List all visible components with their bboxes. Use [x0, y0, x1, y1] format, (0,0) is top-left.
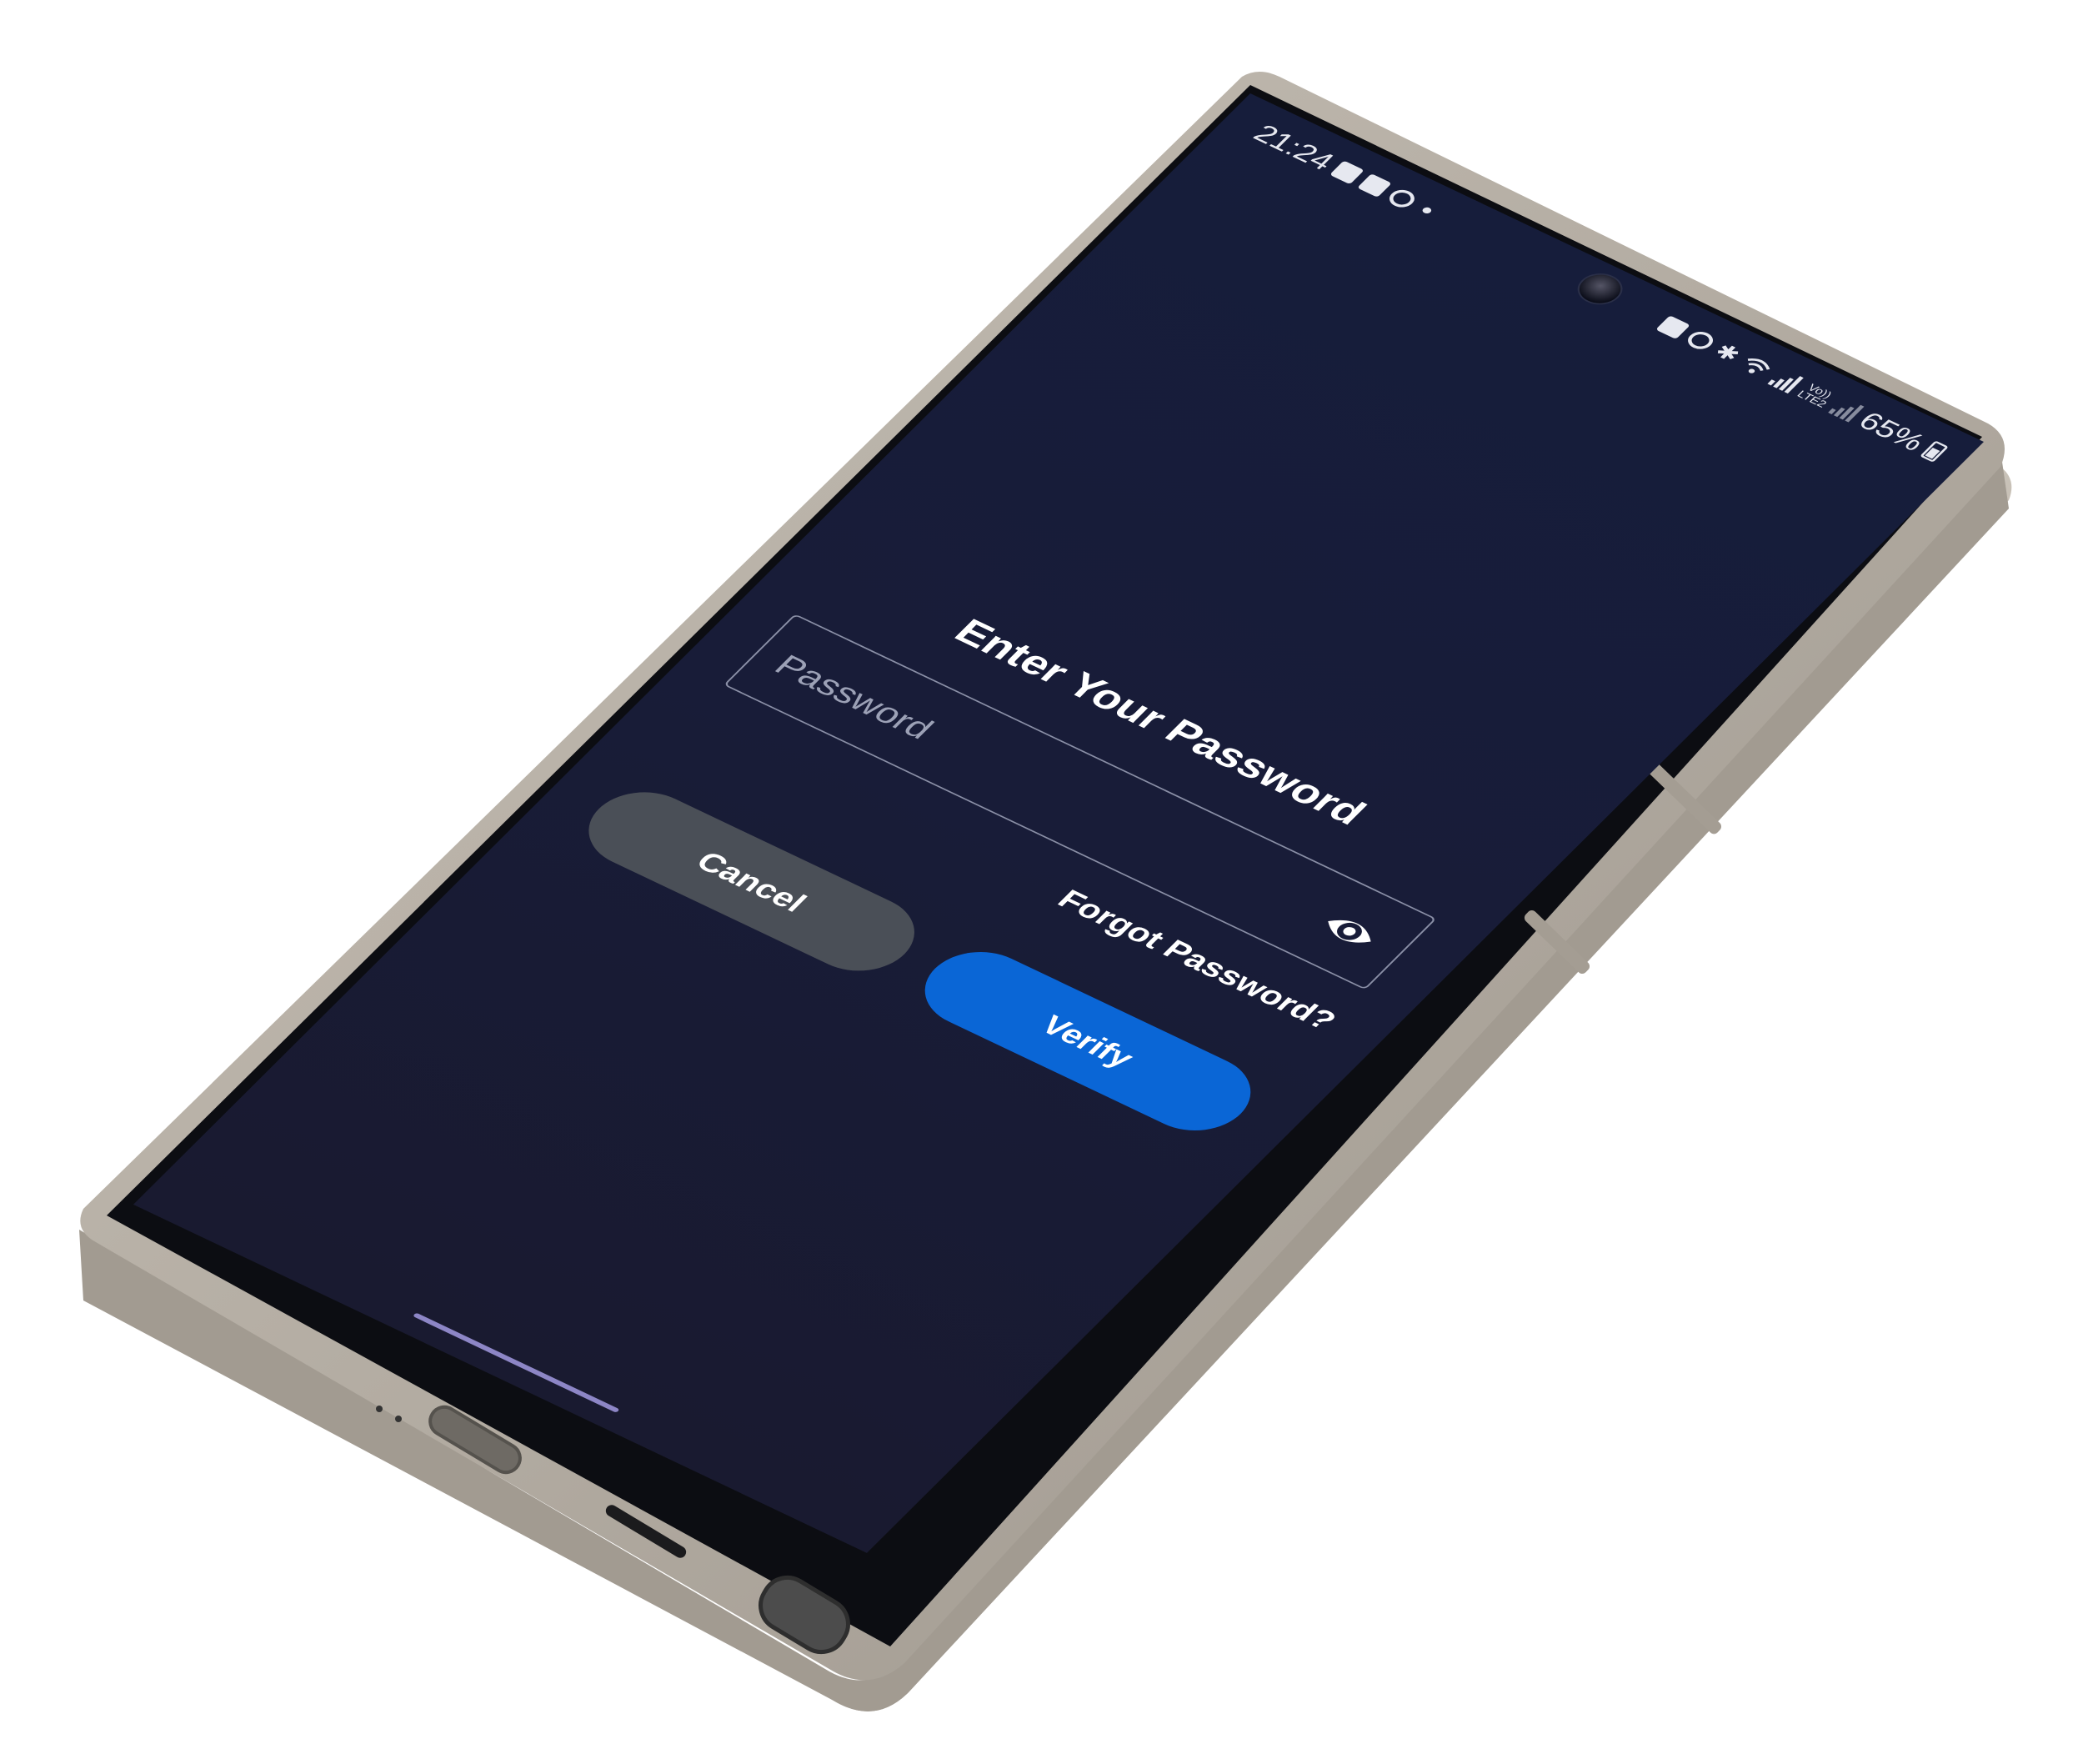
alarm-icon [1683, 328, 1719, 353]
cancel-button[interactable]: Cancel [567, 777, 936, 986]
show-password-toggle[interactable] [1309, 905, 1389, 959]
front-camera [1569, 267, 1632, 311]
whatsapp-icon [1384, 186, 1420, 211]
signal-icon-2 [1828, 397, 1865, 423]
mic-hole-1 [376, 1406, 383, 1412]
scene: 21:24 ✱ Vo)) LTE2 65% Enter Your Passwor… [0, 0, 2088, 1764]
bluetooth-icon: ✱ [1709, 339, 1746, 367]
wifi-icon [1747, 358, 1770, 373]
signal-icon [1767, 368, 1804, 393]
eye-icon [1328, 920, 1371, 943]
volte-lte2-icon: Vo)) LTE2 [1795, 381, 1837, 409]
mic-hole-2 [395, 1416, 402, 1422]
battery-percent: 65% [1852, 406, 1932, 456]
battery-icon [1920, 440, 1950, 463]
gallery-icon [1329, 160, 1365, 185]
battery-saver-icon [1655, 315, 1691, 339]
notification-dot-icon [1420, 206, 1434, 215]
app-icon [1357, 173, 1393, 198]
